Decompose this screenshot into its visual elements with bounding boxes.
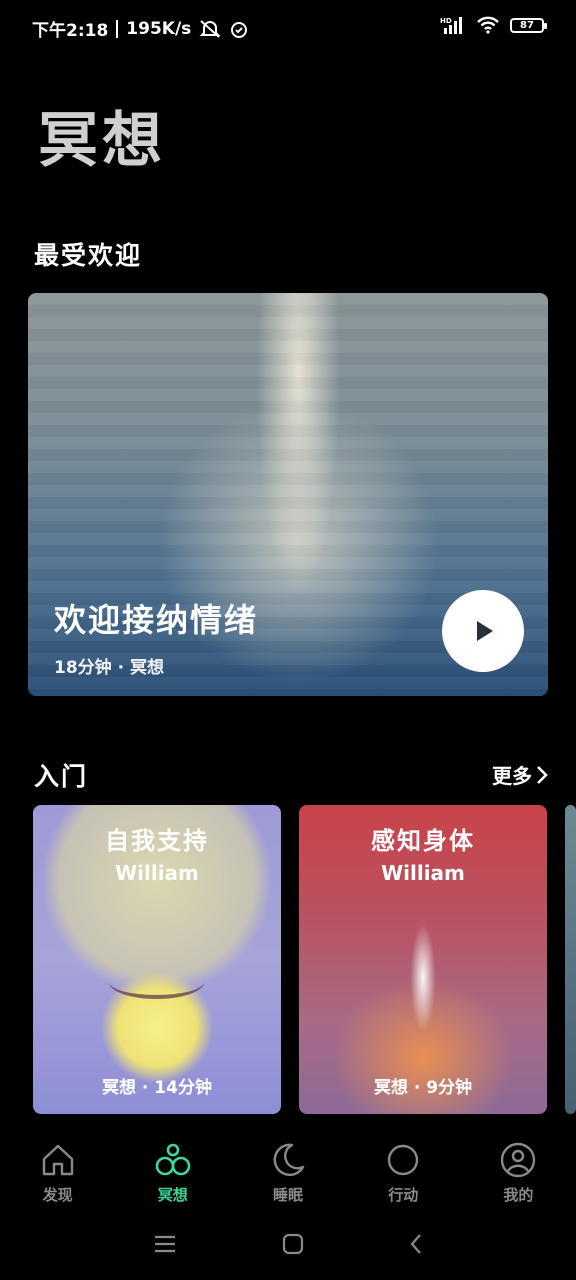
popular-section-title: 最受欢迎: [34, 241, 143, 270]
course-card-partial[interactable]: [565, 805, 576, 1114]
signal-hd-label: HD: [440, 17, 452, 25]
more-link[interactable]: 更多: [492, 760, 548, 789]
battery-level: 87: [520, 19, 534, 31]
course-card-meta: 冥想 · 9分钟: [373, 1078, 473, 1098]
more-link-label: 更多: [492, 764, 532, 788]
status-left: 下午2:18 195K/s: [32, 16, 249, 41]
menu-icon[interactable]: [153, 1234, 177, 1258]
nav-label: 发现: [42, 1186, 73, 1204]
home-icon: [40, 1140, 76, 1180]
course-card-title: 感知身体: [371, 826, 475, 855]
nav-item-action[interactable]: 行动: [346, 1130, 461, 1210]
course-card-author: William: [381, 861, 465, 885]
featured-card-meta: 18分钟 · 冥想: [54, 658, 164, 678]
nav-label: 冥想: [157, 1186, 188, 1204]
course-card-self-support[interactable]: 自我支持 William 冥想 · 14分钟: [33, 805, 281, 1114]
chevron-right-icon: [537, 765, 548, 784]
featured-card[interactable]: 欢迎接纳情绪 18分钟 · 冥想: [28, 293, 548, 696]
bottom-nav: 发现 冥想 睡眠 行动 我的: [0, 1130, 576, 1210]
course-card-body-awareness[interactable]: 感知身体 William 冥想 · 9分钟: [299, 805, 547, 1114]
nav-item-profile[interactable]: 我的: [461, 1130, 576, 1210]
status-bar: 下午2:18 195K/s HD 87: [0, 0, 576, 54]
circle-icon: [385, 1140, 421, 1180]
battery-icon: 87: [510, 17, 547, 33]
nav-label: 行动: [388, 1186, 419, 1204]
nav-label: 睡眠: [273, 1186, 304, 1204]
network-speed: 195K/s: [126, 18, 192, 39]
wifi-icon: [476, 16, 500, 34]
beginner-section-title: 入门: [34, 762, 89, 791]
moon-icon: [270, 1140, 306, 1180]
profile-icon: [500, 1140, 536, 1180]
system-nav-bar: [0, 1222, 576, 1270]
nav-item-sleep[interactable]: 睡眠: [230, 1130, 345, 1210]
course-card-author: William: [115, 861, 199, 885]
status-separator: [116, 19, 119, 38]
card-artwork-arc: [109, 965, 204, 999]
signal-icon: HD: [440, 16, 466, 34]
page-title: 冥想: [38, 106, 166, 176]
play-icon: [477, 621, 493, 641]
meditation-icon: [154, 1140, 192, 1180]
home-button-icon[interactable]: [282, 1233, 304, 1259]
play-button[interactable]: [442, 590, 524, 672]
nav-item-discover[interactable]: 发现: [0, 1130, 115, 1210]
course-card-title: 自我支持: [105, 826, 209, 855]
alarm-icon: [229, 19, 249, 39]
nav-item-meditation[interactable]: 冥想: [115, 1130, 230, 1210]
course-card-meta: 冥想 · 14分钟: [102, 1078, 212, 1098]
nav-label: 我的: [503, 1186, 534, 1204]
mute-icon: [199, 19, 221, 39]
status-time: 下午2:18: [32, 21, 109, 41]
featured-card-title: 欢迎接纳情绪: [54, 601, 259, 639]
back-icon[interactable]: [409, 1233, 423, 1259]
status-right: HD 87: [440, 16, 547, 34]
